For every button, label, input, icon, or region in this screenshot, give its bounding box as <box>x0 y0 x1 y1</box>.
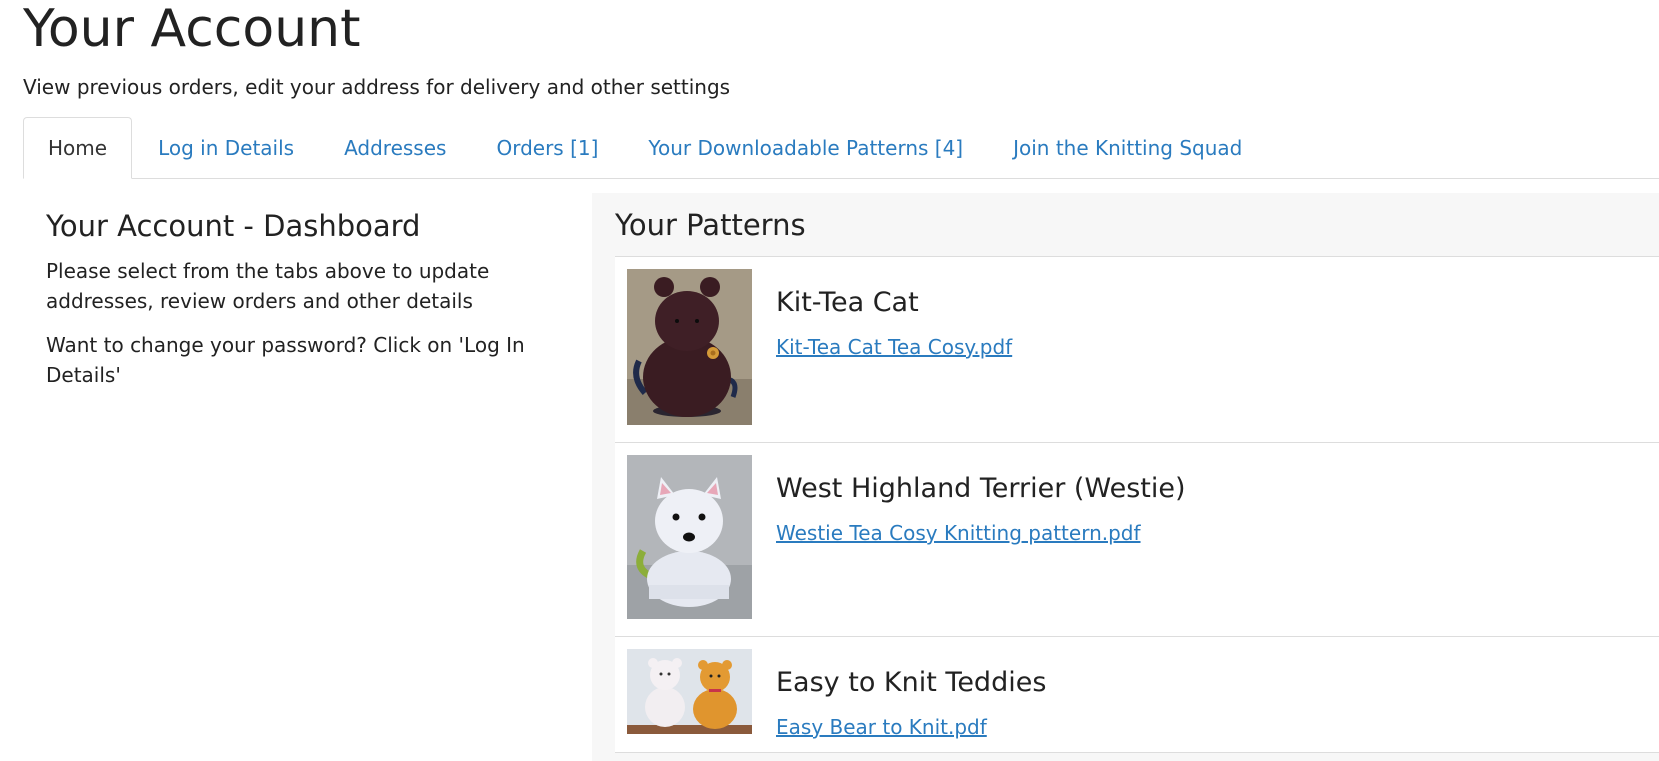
pattern-title: West Highland Terrier (Westie) <box>776 473 1186 504</box>
dashboard-instructions: Please select from the tabs above to upd… <box>46 259 490 313</box>
password-hint: Want to change your password? Click on '… <box>46 333 525 387</box>
page-title: Your Account <box>23 0 361 59</box>
dashboard-title: Your Account - Dashboard <box>46 209 421 243</box>
teddies-image <box>627 649 752 734</box>
page-subtitle: View previous orders, edit your address … <box>23 75 731 99</box>
pattern-title: Easy to Knit Teddies <box>776 667 1047 698</box>
tab-addresses[interactable]: Addresses <box>320 117 470 178</box>
kit-tea-cat-image <box>627 269 752 425</box>
patterns-list: Kit-Tea Cat Kit-Tea Cat Tea Cosy.pdf Wes… <box>615 256 1659 753</box>
tab-home[interactable]: Home <box>23 117 133 179</box>
account-page: Your Account View previous orders, edit … <box>0 0 1659 761</box>
patterns-panel: Your Patterns Kit-Tea Cat Kit-Tea Cat Te… <box>592 193 1659 761</box>
dashboard-panel: Your Account - Dashboard Please select f… <box>46 206 566 390</box>
westie-image <box>627 455 752 619</box>
pattern-item: West Highland Terrier (Westie) Westie Te… <box>615 443 1659 637</box>
pattern-item: Kit-Tea Cat Kit-Tea Cat Tea Cosy.pdf <box>615 257 1659 443</box>
pattern-download-link[interactable]: Westie Tea Cosy Knitting pattern.pdf <box>776 519 1141 547</box>
pattern-item: Easy to Knit Teddies Easy Bear to Knit.p… <box>615 637 1659 753</box>
tab-knitting-squad[interactable]: Join the Knitting Squad <box>989 117 1266 178</box>
tab-orders[interactable]: Orders [1] <box>472 117 622 178</box>
pattern-download-link[interactable]: Easy Bear to Knit.pdf <box>776 713 987 741</box>
tab-log-in-details[interactable]: Log in Details <box>134 117 318 178</box>
pattern-title: Kit-Tea Cat <box>776 287 919 318</box>
account-tabs: Home Log in Details Addresses Orders [1]… <box>23 117 1659 179</box>
patterns-title: Your Patterns <box>615 208 806 242</box>
pattern-download-link[interactable]: Kit-Tea Cat Tea Cosy.pdf <box>776 333 1012 361</box>
tab-downloadable-patterns[interactable]: Your Downloadable Patterns [4] <box>624 117 987 178</box>
